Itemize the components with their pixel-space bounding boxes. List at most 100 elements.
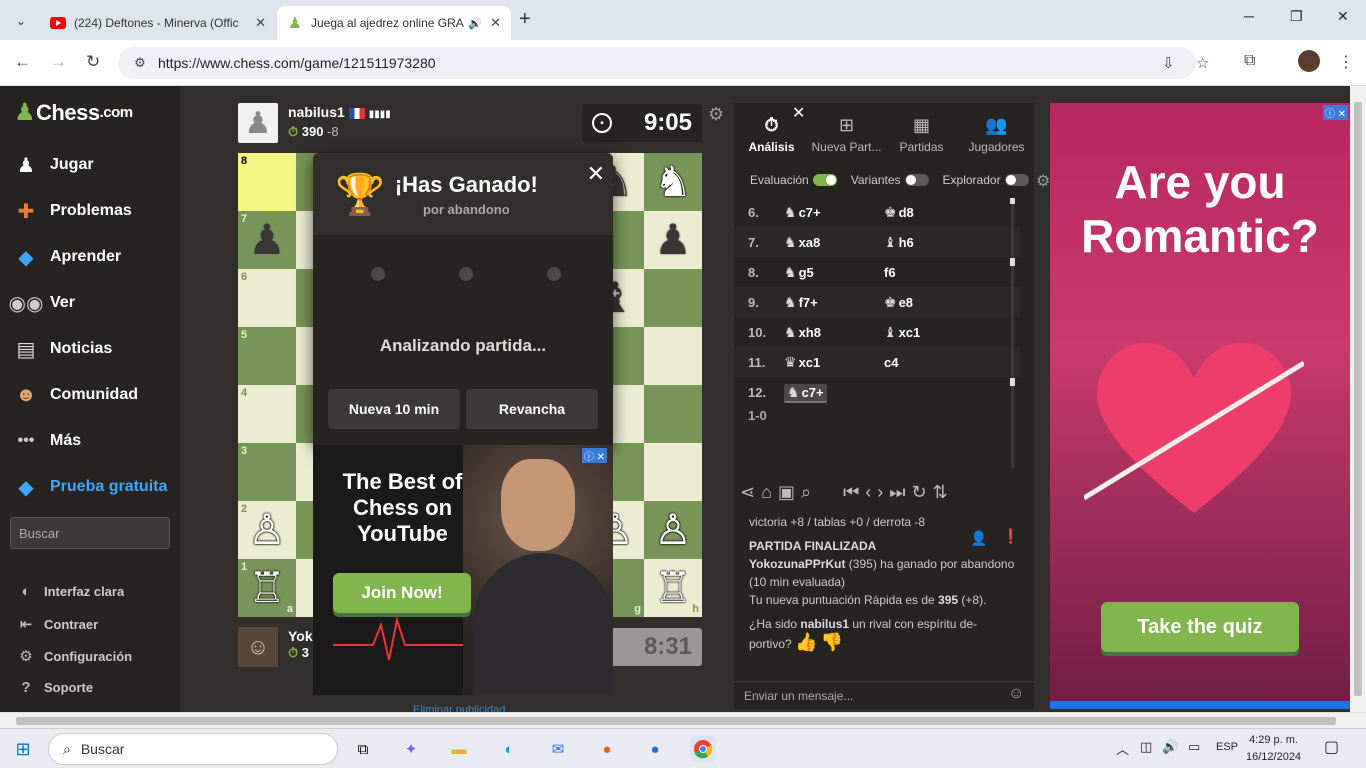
- take-quiz-button[interactable]: Take the quiz: [1101, 602, 1299, 652]
- emoji-icon[interactable]: ☺: [1008, 685, 1024, 703]
- task-view-icon[interactable]: ⧉: [350, 736, 376, 762]
- language-indicator[interactable]: ESP: [1216, 741, 1238, 753]
- first-move-icon[interactable]: ⏮: [843, 482, 859, 503]
- ad-info-icon[interactable]: ⓘ ✕: [581, 448, 607, 463]
- sidebar-search-input[interactable]: Buscar: [10, 517, 170, 549]
- board-square[interactable]: ♟: [644, 211, 702, 269]
- chess-piece[interactable]: ♙: [654, 509, 692, 551]
- board-square[interactable]: [644, 385, 702, 443]
- romantic-ad[interactable]: Are you Romantic? Take the quiz ⓘ ✕: [1050, 103, 1350, 709]
- player-name[interactable]: nabilus1: [288, 104, 345, 120]
- notifications-icon[interactable]: ▢: [1324, 737, 1339, 757]
- show-hidden-icons[interactable]: ︿: [1116, 739, 1129, 758]
- clock[interactable]: 4:29 p. m. 16/12/2024: [1246, 732, 1301, 766]
- speaker-icon[interactable]: 🔊: [468, 17, 482, 30]
- library-icon[interactable]: ⌂: [761, 482, 772, 503]
- explorer-toggle[interactable]: [1004, 174, 1029, 186]
- board-square[interactable]: ♟ 7: [238, 211, 296, 269]
- chrome-icon[interactable]: [690, 736, 716, 762]
- save-image-icon[interactable]: ▣: [778, 482, 795, 503]
- nav-support[interactable]: ? Soporte: [16, 679, 93, 696]
- thunderbird-icon[interactable]: ●: [642, 736, 668, 762]
- ad-info-icon[interactable]: ⓘ ✕: [1322, 105, 1348, 120]
- black-move[interactable]: f6: [884, 265, 984, 280]
- forward-button[interactable]: →: [50, 52, 67, 72]
- file-explorer-icon[interactable]: ▬: [446, 736, 472, 762]
- nav-community[interactable]: ☻ Comunidad: [12, 382, 138, 408]
- last-move-icon[interactable]: ⏭: [889, 482, 905, 503]
- white-move[interactable]: ♞ g5: [784, 264, 884, 281]
- rematch-button[interactable]: Revancha: [466, 389, 598, 429]
- chess-piece[interactable]: ♖: [654, 567, 692, 609]
- chess-piece[interactable]: ♟: [248, 219, 286, 261]
- panel-settings-icon[interactable]: ⚙: [1036, 171, 1050, 191]
- nav-news[interactable]: ▤ Noticias: [12, 336, 113, 362]
- close-icon[interactable]: ✕: [587, 161, 605, 187]
- nav-collapse[interactable]: ⇤ Contraer: [16, 615, 98, 633]
- join-now-button[interactable]: Join Now!: [333, 573, 471, 613]
- black-move[interactable]: ♝ xc1: [884, 324, 984, 341]
- thumbs-up-icon[interactable]: 👍: [795, 632, 817, 652]
- evaluation-toggle[interactable]: [812, 174, 837, 186]
- black-move[interactable]: ♝ h6: [884, 234, 984, 251]
- meet-now-icon[interactable]: ◫: [1140, 739, 1152, 755]
- tab-youtube[interactable]: (224) Deftones - Minerva (Offic ✕: [40, 6, 276, 40]
- omnibox[interactable]: ⚙ https://www.chess.com/game/12151197328…: [118, 47, 1209, 79]
- board-square[interactable]: 3: [238, 443, 296, 501]
- extensions-icon[interactable]: ⧉: [1244, 52, 1255, 70]
- white-move[interactable]: ♞ xh8: [784, 324, 884, 341]
- report-icon[interactable]: ❗: [1002, 527, 1019, 545]
- site-info-icon[interactable]: ⚙: [126, 55, 154, 71]
- analyze-icon[interactable]: ⌕: [801, 482, 811, 503]
- avatar[interactable]: ♟: [238, 103, 278, 143]
- white-move[interactable]: ♞ c7+: [784, 383, 884, 403]
- share-icon[interactable]: ⋖: [740, 482, 755, 503]
- prev-move-icon[interactable]: ‹: [865, 482, 871, 503]
- add-friend-icon[interactable]: 👤: [970, 529, 987, 547]
- tab-players[interactable]: 👥 Jugadores: [959, 103, 1034, 161]
- black-move[interactable]: ♚ d8: [884, 204, 984, 221]
- chess-com-logo[interactable]: ♟ Chess .com: [14, 98, 133, 127]
- page-horizontal-scrollbar[interactable]: [0, 712, 1366, 728]
- chess-piece[interactable]: ♙: [248, 509, 286, 551]
- nav-more[interactable]: ••• Más: [12, 428, 82, 454]
- chat-input[interactable]: Enviar un mensaje...: [734, 681, 1034, 709]
- nav-learn[interactable]: ◆ Aprender: [12, 244, 121, 270]
- tab-search-button[interactable]: ⌄: [8, 8, 34, 34]
- firefox-icon[interactable]: ●: [594, 736, 620, 762]
- new-tab-button[interactable]: +: [519, 8, 531, 31]
- page-vertical-scrollbar[interactable]: [1350, 86, 1366, 712]
- close-tab-icon[interactable]: ✕: [490, 15, 501, 31]
- thumbs-down-icon[interactable]: 👎: [821, 632, 843, 652]
- black-move[interactable]: ♚ e8: [884, 294, 984, 311]
- reload-button[interactable]: ↻: [86, 52, 100, 72]
- network-icon[interactable]: ▭: [1188, 739, 1200, 755]
- close-analysis-icon[interactable]: ✕: [792, 103, 805, 123]
- nav-light-theme[interactable]: ◐ Interfaz clara: [16, 583, 124, 600]
- back-button[interactable]: ←: [14, 52, 31, 72]
- youtube-ad[interactable]: The Best of Chess on YouTube Join Now! ⓘ…: [313, 445, 613, 695]
- minimize-button[interactable]: ─: [1244, 8, 1254, 24]
- taskbar-search[interactable]: ⌕ Buscar: [48, 733, 338, 765]
- chess-piece[interactable]: ♞: [654, 161, 692, 203]
- board-settings-icon[interactable]: ⚙: [708, 104, 724, 125]
- board-square[interactable]: 6: [238, 269, 296, 327]
- board-square[interactable]: [644, 443, 702, 501]
- close-window-button[interactable]: ✕: [1337, 8, 1349, 25]
- close-tab-icon[interactable]: ✕: [255, 15, 266, 31]
- volume-icon[interactable]: 🔊: [1162, 739, 1178, 755]
- menu-icon[interactable]: ⋮: [1338, 52, 1354, 72]
- white-move[interactable]: ♞ c7+: [784, 204, 884, 221]
- player-name[interactable]: Yok: [288, 627, 313, 645]
- board-square[interactable]: ♙ 2: [238, 501, 296, 559]
- tab-new-game[interactable]: ⊞ Nueva Part...: [809, 103, 884, 161]
- board-square[interactable]: [644, 269, 702, 327]
- windows-start-icon[interactable]: ⊞: [10, 736, 36, 762]
- board-square[interactable]: ♖ 1 a: [238, 559, 296, 617]
- black-move[interactable]: c4: [884, 355, 984, 370]
- board-square[interactable]: [644, 327, 702, 385]
- board-square[interactable]: ♞: [644, 153, 702, 211]
- board-square[interactable]: ♙: [644, 501, 702, 559]
- tab-chess[interactable]: ♟ Juega al ajedrez online GRA 🔊 ✕: [277, 6, 511, 40]
- flip-board-icon[interactable]: ⇅: [933, 482, 948, 503]
